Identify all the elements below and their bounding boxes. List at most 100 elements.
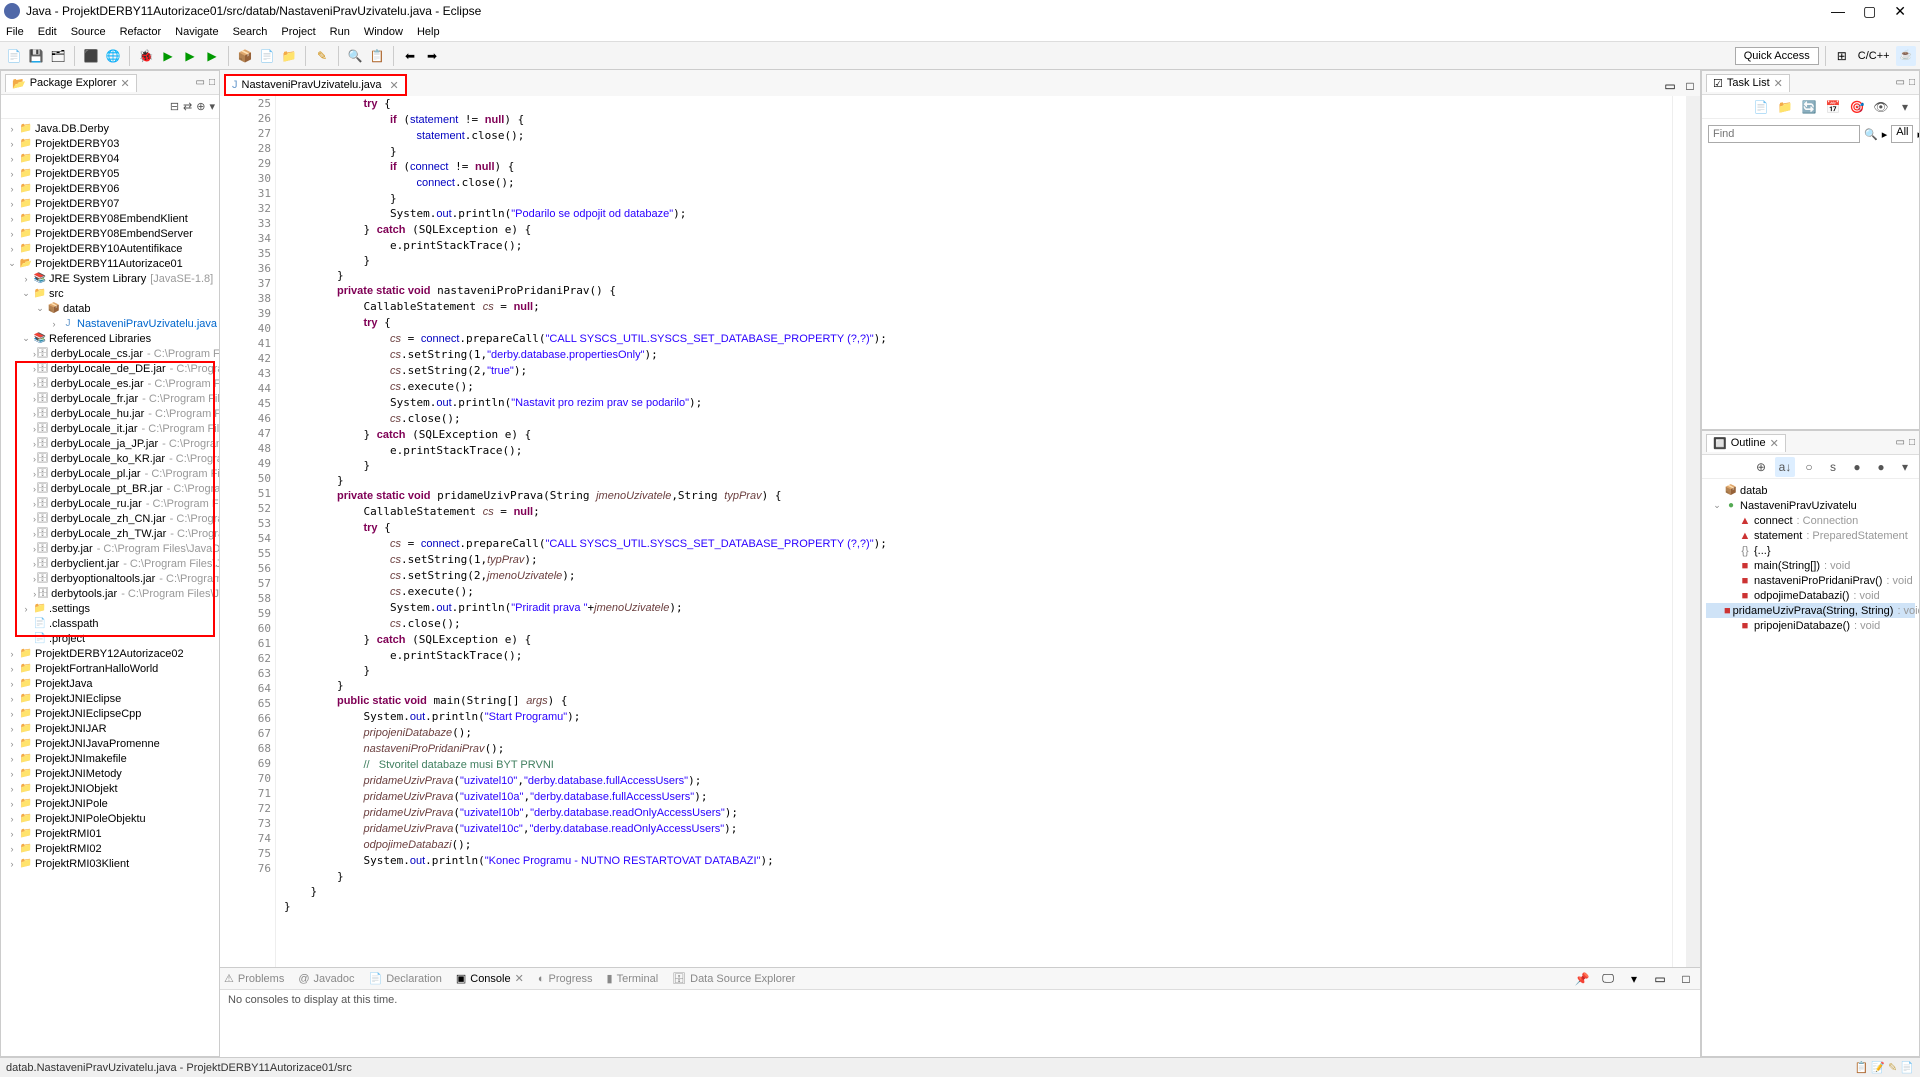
tree-item[interactable]: ›📁ProjektDERBY03 bbox=[1, 136, 219, 151]
tab-javadoc[interactable]: @Javadoc bbox=[298, 973, 354, 985]
tree-item[interactable]: ›🗄derbyLocale_pl.jar - C:\Program File bbox=[1, 466, 219, 481]
tree-item[interactable]: ›🗄derbyLocale_pt_BR.jar - C:\Program bbox=[1, 481, 219, 496]
tree-item[interactable]: ›📁ProjektJNIPoleObjektu bbox=[1, 811, 219, 826]
tree-item[interactable]: ›📁ProjektDERBY04 bbox=[1, 151, 219, 166]
console-new[interactable]: ▾ bbox=[1624, 969, 1644, 989]
task-button[interactable]: 📋 bbox=[367, 46, 387, 66]
menu-help[interactable]: Help bbox=[417, 26, 440, 38]
ol-hide-local[interactable]: ● bbox=[1871, 457, 1891, 477]
tree-item[interactable]: ›🗄derbyclient.jar - C:\Program Files\J bbox=[1, 556, 219, 571]
coverage-button[interactable]: ▶ bbox=[202, 46, 222, 66]
menu-search[interactable]: Search bbox=[233, 26, 268, 38]
tl-new[interactable]: 📄 bbox=[1751, 97, 1771, 117]
tree-item[interactable]: ›📁ProjektJNIJAR bbox=[1, 721, 219, 736]
view-menu-button[interactable]: ▾ bbox=[209, 100, 215, 113]
collapse-all-button[interactable]: ⊟ bbox=[170, 100, 179, 113]
tree-item[interactable]: ›📁ProjektJava bbox=[1, 676, 219, 691]
tree-item[interactable]: ■pridameUzivPrava(String, String) : void bbox=[1706, 603, 1915, 618]
tree-item[interactable]: ⌄📂ProjektDERBY11Autorizace01 bbox=[1, 256, 219, 271]
menu-file[interactable]: File bbox=[6, 26, 24, 38]
package-explorer-tab[interactable]: 📂 Package Explorer ✕ bbox=[5, 74, 137, 92]
tree-item[interactable]: ›📁ProjektJNIObjekt bbox=[1, 781, 219, 796]
ol-menu[interactable]: ▾ bbox=[1895, 457, 1915, 477]
tree-item[interactable]: ›📁ProjektDERBY10Autentifikace bbox=[1, 241, 219, 256]
editor-min[interactable]: ▭ bbox=[1660, 76, 1680, 96]
tree-item[interactable]: ›📁ProjektJNIJavaPromenne bbox=[1, 736, 219, 751]
menu-project[interactable]: Project bbox=[281, 26, 315, 38]
ol-focus[interactable]: ⊕ bbox=[1751, 457, 1771, 477]
tree-item[interactable]: ▲statement : PreparedStatement bbox=[1706, 528, 1915, 543]
tree-item[interactable]: 📄.classpath bbox=[1, 616, 219, 631]
tree-item[interactable]: ⌄📁src bbox=[1, 286, 219, 301]
task-list-close[interactable]: ✕ bbox=[1774, 77, 1783, 90]
task-find-search[interactable]: 🔍 bbox=[1864, 128, 1878, 141]
pe-min[interactable]: ▭ bbox=[196, 77, 205, 88]
ol-sort[interactable]: a↓ bbox=[1775, 457, 1795, 477]
menu-refactor[interactable]: Refactor bbox=[120, 26, 162, 38]
tab-declaration[interactable]: 📄Declaration bbox=[369, 972, 442, 985]
package-explorer-tree[interactable]: ›📁Java.DB.Derby›📁ProjektDERBY03›📁Projekt… bbox=[1, 119, 219, 1056]
tab-problems[interactable]: ⚠Problems bbox=[224, 972, 284, 985]
tree-item[interactable]: ›📁ProjektJNIMetody bbox=[1, 766, 219, 781]
tree-item[interactable]: ›🗄derbyLocale_zh_CN.jar - C:\Program bbox=[1, 511, 219, 526]
new-button[interactable]: 📄 bbox=[4, 46, 24, 66]
link-editor-button[interactable]: ⇄ bbox=[183, 100, 192, 113]
editor-tab-active[interactable]: J NastaveniPravUzivatelu.java ✕ bbox=[224, 74, 407, 96]
tree-item[interactable]: ›🗄derby.jar - C:\Program Files\JavaDl bbox=[1, 541, 219, 556]
persp-open[interactable]: ⊞ bbox=[1832, 46, 1852, 66]
ol-hide-nonpub[interactable]: ● bbox=[1847, 457, 1867, 477]
tree-item[interactable]: ›📁ProjektRMI02 bbox=[1, 841, 219, 856]
tree-item[interactable]: ■pripojeniDatabaze() : void bbox=[1706, 618, 1915, 633]
forward-button[interactable]: ➡ bbox=[422, 46, 442, 66]
menu-source[interactable]: Source bbox=[71, 26, 106, 38]
minimize-button[interactable]: — bbox=[1831, 3, 1845, 20]
tree-item[interactable]: ›📁ProjektRMI01 bbox=[1, 826, 219, 841]
tl-min[interactable]: ▭ bbox=[1896, 77, 1905, 88]
tree-item[interactable]: ›🗄derbyLocale_es.jar - C:\Program File bbox=[1, 376, 219, 391]
tree-item[interactable]: 📦datab bbox=[1706, 483, 1915, 498]
outline-tree[interactable]: 📦datab⌄●NastaveniPravUzivatelu▲connect :… bbox=[1702, 479, 1919, 1056]
tl-sched[interactable]: 📅 bbox=[1823, 97, 1843, 117]
tl-hide[interactable]: 👁 bbox=[1871, 97, 1891, 117]
focus-button[interactable]: ⊕ bbox=[196, 100, 205, 113]
persp-java[interactable]: ☕ bbox=[1896, 46, 1916, 66]
tree-item[interactable]: ■main(String[]) : void bbox=[1706, 558, 1915, 573]
search-button[interactable]: 🔍 bbox=[345, 46, 365, 66]
new-pkg-button[interactable]: 📦 bbox=[235, 46, 255, 66]
tree-item[interactable]: ›JNastaveniPravUzivatelu.java bbox=[1, 316, 219, 331]
tree-item[interactable]: ›🗄derbyLocale_fr.jar - C:\Program File bbox=[1, 391, 219, 406]
tree-item[interactable]: {}{...} bbox=[1706, 543, 1915, 558]
tree-item[interactable]: ›📁ProjektDERBY05 bbox=[1, 166, 219, 181]
tree-item[interactable]: ›🗄derbyLocale_it.jar - C:\Program File bbox=[1, 421, 219, 436]
tl-cat[interactable]: 📁 bbox=[1775, 97, 1795, 117]
tree-item[interactable]: ›🗄derbyoptionaltools.jar - C:\Program bbox=[1, 571, 219, 586]
build-button[interactable]: ⬛ bbox=[81, 46, 101, 66]
task-filter-arrow[interactable]: ▸ bbox=[1917, 128, 1919, 141]
console-pin[interactable]: 📌 bbox=[1572, 969, 1592, 989]
ol-max[interactable]: □ bbox=[1909, 437, 1915, 448]
tab-datasource[interactable]: 🗄Data Source Explorer bbox=[672, 972, 795, 985]
code-editor[interactable]: 2526272829303132333435363738394041424344… bbox=[220, 96, 1700, 967]
new-class-button[interactable]: 📄 bbox=[257, 46, 277, 66]
tree-item[interactable]: ›📁ProjektRMI03Klient bbox=[1, 856, 219, 871]
tree-item[interactable]: ›🗄derbyLocale_cs.jar - C:\Program Fil bbox=[1, 346, 219, 361]
tree-item[interactable]: ›🗄derbyLocale_ko_KR.jar - C:\Program bbox=[1, 451, 219, 466]
run-last-button[interactable]: ▶ bbox=[180, 46, 200, 66]
tree-item[interactable]: ›📁.settings bbox=[1, 601, 219, 616]
save-button[interactable]: 💾 bbox=[26, 46, 46, 66]
console-min[interactable]: ▭ bbox=[1650, 969, 1670, 989]
tree-item[interactable]: ›📁ProjektDERBY12Autorizace02 bbox=[1, 646, 219, 661]
ol-min[interactable]: ▭ bbox=[1896, 437, 1905, 448]
new-folder-button[interactable]: 📁 bbox=[279, 46, 299, 66]
menu-edit[interactable]: Edit bbox=[38, 26, 57, 38]
run-button[interactable]: ▶ bbox=[158, 46, 178, 66]
save-all-button[interactable]: 🗂 bbox=[48, 46, 68, 66]
console-close[interactable]: ✕ bbox=[515, 972, 524, 985]
tab-console[interactable]: ▣Console✕ bbox=[456, 972, 524, 985]
world-button[interactable]: 🌐 bbox=[103, 46, 123, 66]
console-display[interactable]: 🖵 bbox=[1598, 969, 1618, 989]
tree-item[interactable]: ›📁ProjektDERBY08EmbendServer bbox=[1, 226, 219, 241]
tree-item[interactable]: ⌄📚Referenced Libraries bbox=[1, 331, 219, 346]
task-find-arrow[interactable]: ▸ bbox=[1882, 128, 1888, 141]
tree-item[interactable]: ›📚JRE System Library[JavaSE-1.8] bbox=[1, 271, 219, 286]
